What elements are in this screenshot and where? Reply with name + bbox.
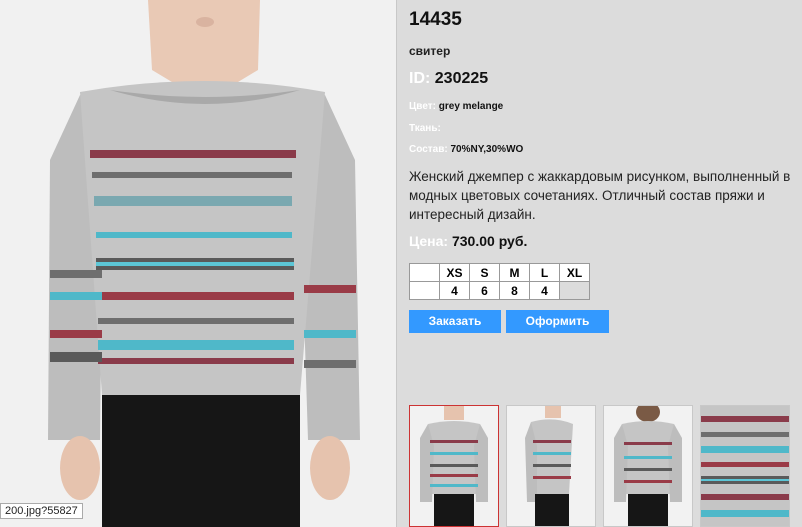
thumbnail-front[interactable] [409, 405, 499, 527]
color-row: Цвет: grey melange [409, 101, 503, 112]
composition-value: 70%NY,30%WO [450, 144, 524, 155]
product-info-panel: 14435 свитер ID: 230225 Цвет: grey melan… [409, 0, 802, 527]
size-xs-header: XS [439, 263, 470, 282]
color-value: grey melange [438, 101, 504, 112]
id-value: 230225 [434, 70, 489, 87]
price-label: Цена: [409, 233, 449, 249]
product-description: Женский джемпер с жаккардовым рисунком, … [409, 169, 791, 222]
size-quantity-row: 4 6 8 4 [409, 281, 590, 300]
order-button[interactable]: Заказать [409, 310, 501, 333]
size-xl-quantity [559, 281, 590, 300]
composition-label: Состав: [409, 144, 448, 155]
size-corner-cell [409, 263, 440, 282]
quantity-row-label-cell [409, 281, 440, 300]
thumbnail-back[interactable] [603, 405, 693, 527]
product-id-row: ID: 230225 [409, 70, 488, 88]
size-s-quantity[interactable]: 6 [469, 281, 500, 300]
size-header-row: XS S M L XL [409, 263, 590, 282]
checkout-button[interactable]: Оформить [506, 310, 609, 333]
product-subtitle: свитер [409, 44, 451, 58]
color-label: Цвет: [409, 101, 436, 112]
size-l-quantity[interactable]: 4 [529, 281, 560, 300]
product-title: 14435 [409, 9, 462, 30]
size-m-quantity[interactable]: 8 [499, 281, 530, 300]
fabric-row: Ткань: [409, 123, 441, 134]
id-label: ID: [409, 70, 431, 87]
size-xl-header: XL [559, 263, 590, 282]
price-value: 730.00 руб. [451, 233, 528, 249]
size-s-header: S [469, 263, 500, 282]
thumbnail-side[interactable] [506, 405, 596, 527]
thumbnail-detail[interactable] [700, 405, 790, 527]
fabric-label: Ткань: [409, 123, 441, 134]
size-l-header: L [529, 263, 560, 282]
size-m-header: M [499, 263, 530, 282]
size-xs-quantity[interactable]: 4 [439, 281, 470, 300]
size-table: XS S M L XL 4 6 8 4 [409, 263, 590, 300]
composition-row: Состав: 70%NY,30%WO [409, 144, 523, 155]
status-tooltip: 200.jpg?55827 [0, 503, 83, 519]
main-product-photo[interactable]: 200.jpg?55827 [0, 0, 397, 527]
price-row: Цена: 730.00 руб. [409, 233, 527, 249]
